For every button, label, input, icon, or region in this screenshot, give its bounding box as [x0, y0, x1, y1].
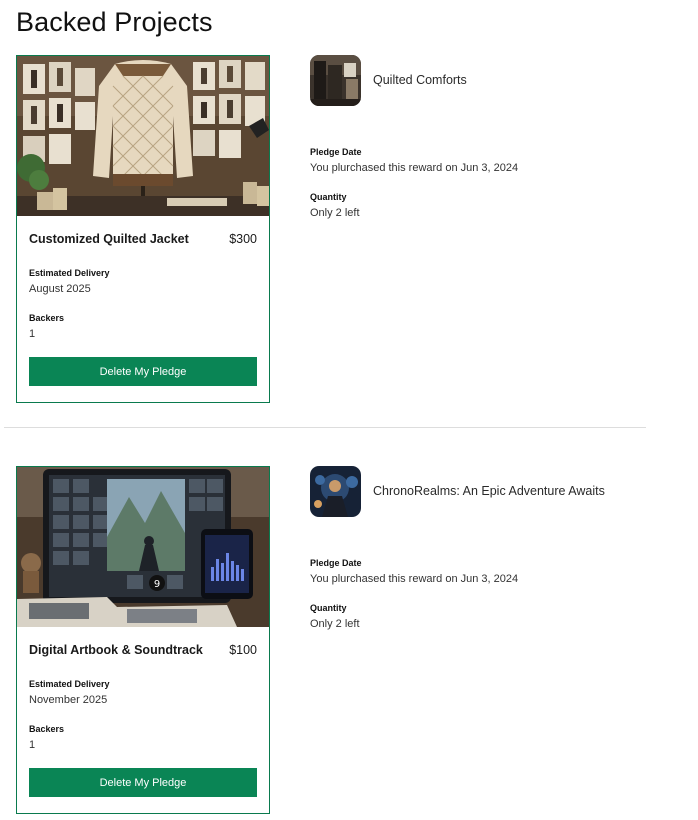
- pledge-date-value: You plurchased this reward on Jun 3, 202…: [310, 573, 519, 585]
- project-thumbnail[interactable]: [310, 55, 361, 106]
- reward-image-quilted-jacket: [17, 56, 269, 216]
- backers-value: 1: [29, 328, 36, 340]
- backers-label: Backers: [29, 313, 65, 323]
- quantity-label: Quantity: [310, 603, 347, 613]
- estimated-delivery-label: Estimated Delivery: [29, 268, 110, 278]
- reward-image-digital-artbook: 9: [17, 467, 269, 627]
- page-title: Backed Projects: [16, 7, 213, 37]
- estimated-delivery-label: Estimated Delivery: [29, 679, 110, 689]
- reward-card: 9 Digital Artbook & Soundtrack $100 Esti…: [16, 466, 270, 814]
- reward-price: $100: [229, 643, 257, 657]
- pledge-date-label: Pledge Date: [310, 558, 362, 568]
- delete-pledge-button[interactable]: Delete My Pledge: [29, 357, 257, 386]
- project-thumbnail[interactable]: [310, 466, 361, 517]
- pledge-date-value: You plurchased this reward on Jun 3, 202…: [310, 162, 519, 174]
- backed-project: Customized Quilted Jacket $300 Estimated…: [0, 55, 698, 405]
- estimated-delivery-value: November 2025: [29, 694, 108, 706]
- quantity-label: Quantity: [310, 192, 347, 202]
- pledge-date-label: Pledge Date: [310, 147, 362, 157]
- svg-text:9: 9: [154, 579, 160, 590]
- project-name[interactable]: ChronoRealms: An Epic Adventure Awaits: [373, 484, 605, 498]
- reward-card: Customized Quilted Jacket $300 Estimated…: [16, 55, 270, 403]
- project-name[interactable]: Quilted Comforts: [373, 73, 467, 87]
- reward-title: Customized Quilted Jacket: [29, 232, 189, 246]
- backers-label: Backers: [29, 724, 65, 734]
- delete-pledge-button[interactable]: Delete My Pledge: [29, 768, 257, 797]
- quantity-value: Only 2 left: [310, 618, 360, 630]
- reward-title: Digital Artbook & Soundtrack: [29, 643, 203, 657]
- reward-price: $300: [229, 232, 257, 246]
- backed-project: 9 Digital Artbook & Soundtrack $100 Esti…: [0, 466, 698, 816]
- backers-value: 1: [29, 739, 36, 751]
- section-divider: [4, 427, 646, 428]
- quantity-value: Only 2 left: [310, 207, 360, 219]
- estimated-delivery-value: August 2025: [29, 283, 91, 295]
